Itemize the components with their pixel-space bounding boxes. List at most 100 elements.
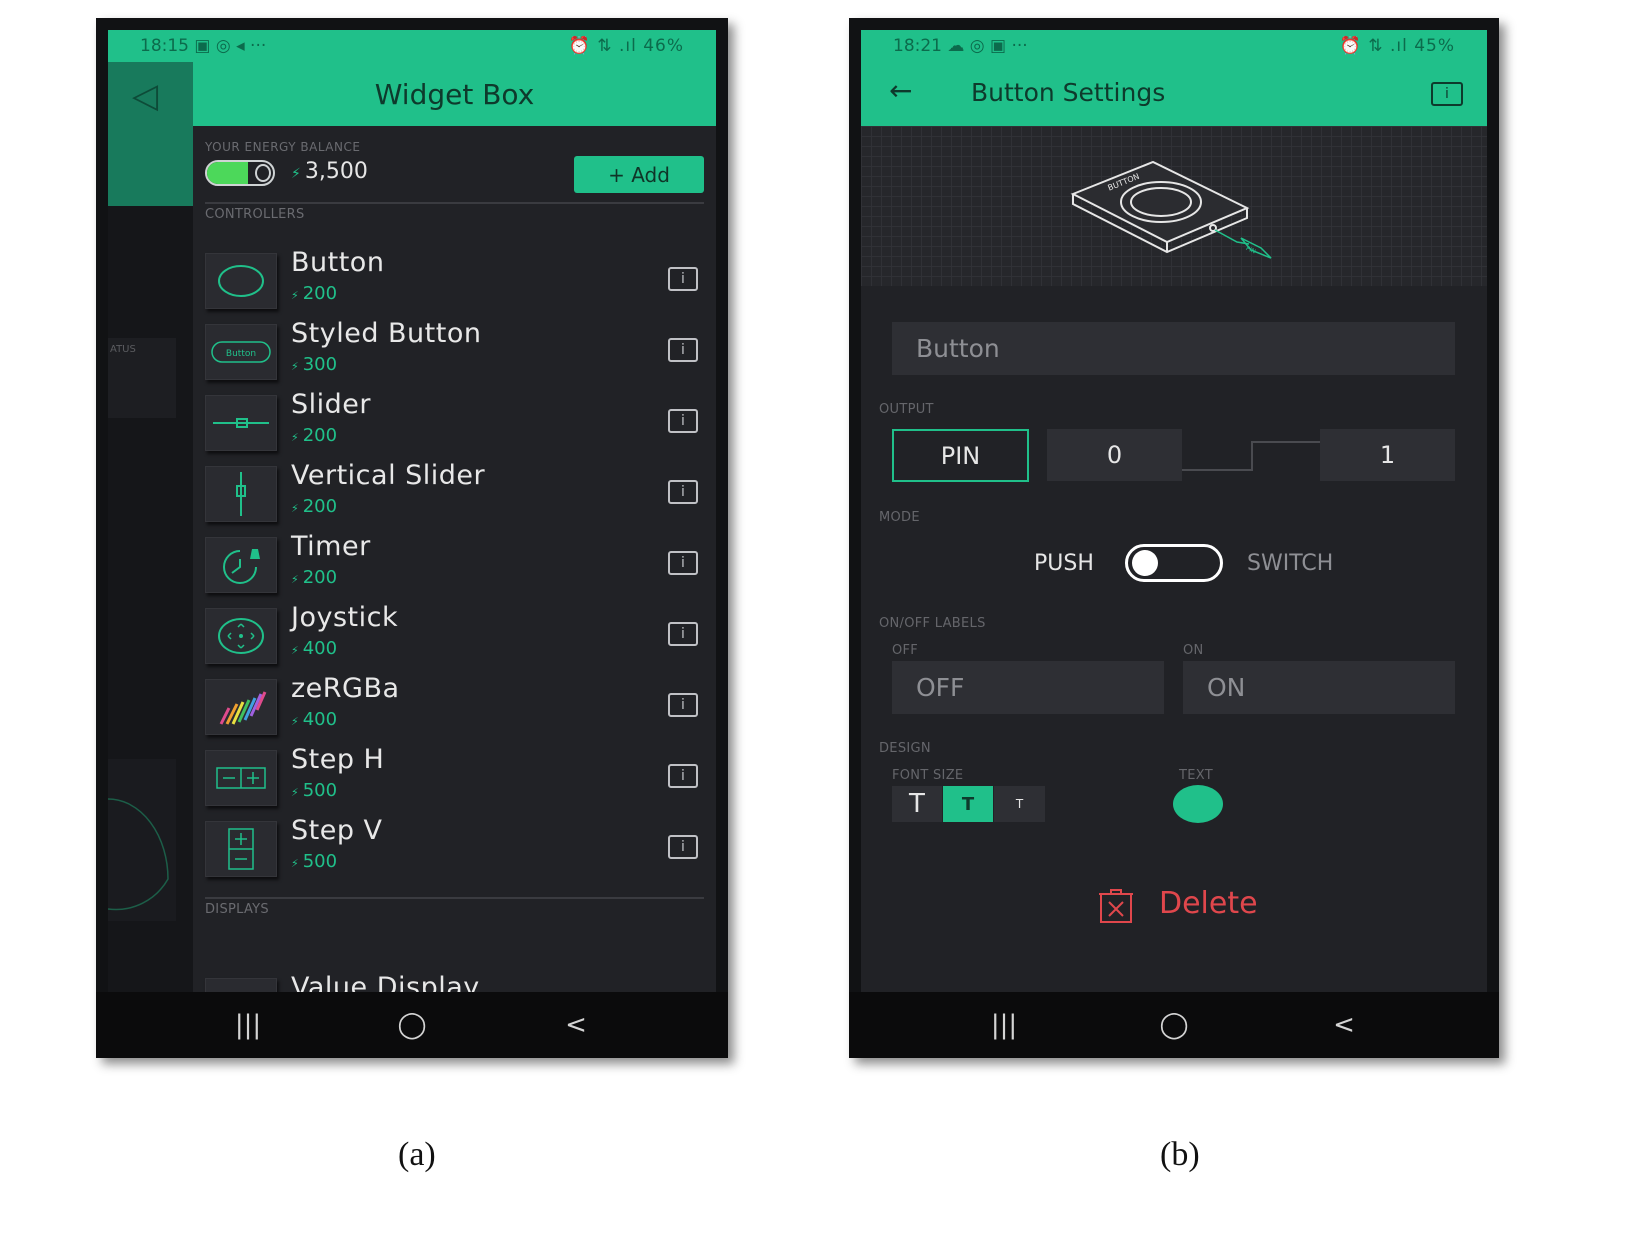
output-range-line	[1182, 441, 1320, 471]
background-header: ◁	[108, 62, 193, 206]
widget-price: ⚡ 400	[291, 638, 337, 659]
widget-item-styled-button[interactable]: Button Styled Button ⚡ 300 i	[205, 318, 704, 384]
energy-icon: ⚡	[291, 857, 299, 870]
info-icon[interactable]: i	[668, 764, 698, 788]
toggle-knob	[1132, 550, 1158, 576]
text-color-swatch[interactable]	[1173, 785, 1223, 823]
styled-button-icon-text: Button	[226, 349, 256, 359]
delete-button[interactable]: Delete	[1097, 886, 1267, 928]
font-size-medium-button[interactable]: T	[943, 786, 993, 822]
font-size-small-button[interactable]: T	[994, 786, 1045, 822]
widget-price-value: 500	[302, 780, 338, 801]
android-nav-bar: ||| ◯ <	[96, 992, 728, 1058]
widget-price: ⚡ 200	[291, 567, 337, 588]
status-bar: 18:15 ▣ ◎ ◂ ··· ⏰ ⇅ .ıl 46%	[108, 30, 716, 62]
on-field-label: ON	[1183, 643, 1204, 658]
recent-apps-button[interactable]: |||	[218, 1010, 278, 1040]
recent-apps-button[interactable]: |||	[974, 1010, 1034, 1040]
info-icon[interactable]: i	[1431, 82, 1463, 106]
divider	[205, 202, 704, 204]
value-display-icon: 3.141	[205, 978, 277, 992]
slider-icon	[205, 395, 277, 451]
back-button[interactable]: <	[546, 1010, 606, 1040]
widget-name: Button	[291, 247, 385, 278]
info-icon[interactable]: i	[668, 551, 698, 575]
status-bar: 18:21 ☁ ◎ ▣ ··· ⏰ ⇅ .ıl 45%	[861, 30, 1487, 62]
screen: 18:15 ▣ ◎ ◂ ··· ⏰ ⇅ .ıl 46% ◁ ATUS Widge…	[108, 30, 716, 992]
off-label-input[interactable]: OFF	[892, 661, 1164, 714]
mode-switch-label: SWITCH	[1247, 551, 1334, 576]
widget-price-value: 300	[302, 354, 338, 375]
mode-toggle[interactable]	[1125, 544, 1223, 582]
widget-preview: BUTTON PIN	[861, 126, 1487, 286]
design-label: DESIGN	[879, 741, 931, 756]
widget-price: ⚡ 400	[291, 709, 337, 730]
widget-item-timer[interactable]: Timer ⚡ 200 i	[205, 531, 704, 597]
caption-b: (b)	[1160, 1136, 1200, 1173]
widget-price-value: 400	[302, 638, 338, 659]
pin-selector[interactable]: PIN	[892, 429, 1029, 482]
widget-price-value: 500	[302, 851, 338, 872]
on-off-labels-label: ON/OFF LABELS	[879, 616, 986, 631]
widget-item-value-display[interactable]: 3.141Value Display⚡200i	[205, 972, 704, 992]
widget-price-value: 400	[302, 709, 338, 730]
widget-item-step-v[interactable]: Step V ⚡ 500 i	[205, 815, 704, 881]
widget-item-step-h[interactable]: Step H ⚡ 500 i	[205, 744, 704, 810]
back-button[interactable]: <	[1314, 1010, 1374, 1040]
widget-box-header: Widget Box	[193, 62, 716, 126]
background-widget-label: ATUS	[110, 344, 136, 355]
info-icon[interactable]: i	[668, 267, 698, 291]
energy-icon: ⚡	[291, 289, 299, 302]
info-icon[interactable]: i	[668, 693, 698, 717]
widget-name: zeRGBa	[291, 673, 400, 704]
widget-price: ⚡ 500	[291, 780, 337, 801]
info-icon[interactable]: i	[668, 338, 698, 362]
energy-currency-icon: ⚡	[291, 166, 301, 182]
controllers-label: CONTROLLERS	[205, 207, 305, 222]
back-arrow-icon[interactable]: ←	[889, 74, 912, 107]
info-icon[interactable]: i	[668, 480, 698, 504]
output-high-input[interactable]: 1	[1320, 429, 1455, 481]
widget-name: Vertical Slider	[291, 460, 486, 491]
output-low-input[interactable]: 0	[1047, 429, 1182, 481]
info-icon[interactable]: i	[668, 409, 698, 433]
widget-item-zergba[interactable]: zeRGBa ⚡ 400 i	[205, 673, 704, 739]
phone-widget-box: 18:15 ▣ ◎ ◂ ··· ⏰ ⇅ .ıl 46% ◁ ATUS Widge…	[96, 18, 728, 1058]
widget-name: Value Display	[291, 972, 480, 992]
info-icon[interactable]: i	[668, 835, 698, 859]
widget-item-slider[interactable]: Slider ⚡ 200 i	[205, 389, 704, 455]
caption-a: (a)	[398, 1136, 436, 1173]
joystick-icon	[205, 608, 277, 664]
widget-item-vertical-slider[interactable]: Vertical Slider ⚡ 200 i	[205, 460, 704, 526]
device-pin-label: PIN	[1245, 245, 1257, 256]
status-icons: ⏰ ⇅ .ıl 45%	[1339, 36, 1455, 56]
font-size-large-button[interactable]: T	[892, 786, 942, 822]
widget-price: ⚡ 500	[291, 851, 337, 872]
home-button[interactable]: ◯	[382, 1010, 442, 1040]
widget-name: Step V	[291, 815, 383, 846]
widget-item-button[interactable]: Button ⚡ 200 i	[205, 247, 704, 313]
font-size-label: FONT SIZE	[892, 768, 964, 783]
home-button[interactable]: ◯	[1144, 1010, 1204, 1040]
output-label: OUTPUT	[879, 402, 934, 417]
energy-icon: ⚡	[291, 502, 299, 515]
gauge-arc-icon	[108, 798, 169, 911]
add-energy-button[interactable]: + Add	[574, 156, 704, 193]
energy-icon: ⚡	[291, 715, 299, 728]
status-time: 18:15 ▣ ◎ ◂ ···	[140, 36, 267, 56]
on-label-input[interactable]: ON	[1183, 661, 1455, 714]
divider	[205, 897, 704, 899]
collapse-triangle-icon[interactable]: ◁	[132, 76, 158, 116]
widget-item-joystick[interactable]: Joystick ⚡ 400 i	[205, 602, 704, 668]
widget-name: Slider	[291, 389, 371, 420]
info-icon[interactable]: i	[668, 622, 698, 646]
settings-header: ← Button Settings i	[861, 62, 1487, 126]
widget-price: ⚡ 300	[291, 354, 337, 375]
energy-balance-label: YOUR ENERGY BALANCE	[205, 140, 361, 154]
delete-label: Delete	[1159, 886, 1258, 921]
step-v-icon	[205, 821, 277, 877]
widget-name-input[interactable]: Button	[892, 322, 1455, 375]
widget-price: ⚡ 200	[291, 496, 337, 517]
displays-label: DISPLAYS	[205, 902, 269, 917]
status-time: 18:21 ☁ ◎ ▣ ···	[893, 36, 1028, 56]
